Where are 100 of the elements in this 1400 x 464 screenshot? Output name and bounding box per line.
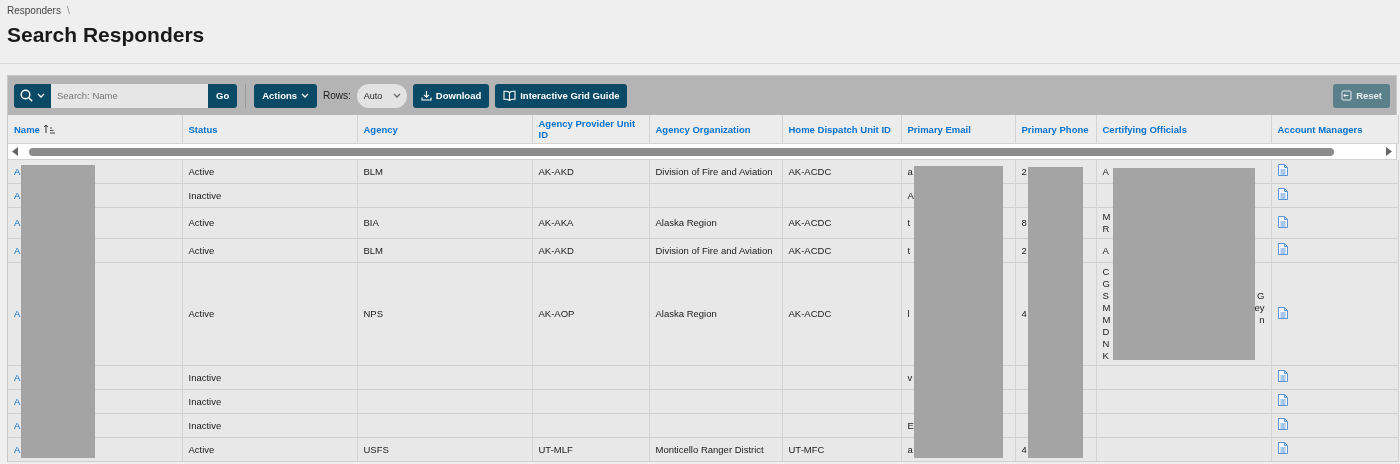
table-cell: 2 [1021, 244, 1027, 256]
go-button[interactable]: Go [208, 83, 238, 108]
table-cell: AK-ACDC [788, 244, 832, 256]
breadcrumb-separator: \ [66, 4, 70, 16]
name-link[interactable]: A [14, 419, 21, 431]
table-cell: n [1259, 314, 1265, 326]
document-icon[interactable] [1277, 215, 1288, 228]
document-icon[interactable] [1277, 306, 1288, 319]
table-cell: G [1102, 278, 1110, 290]
table-cell: UT-MLF [538, 443, 573, 455]
document-icon[interactable] [1277, 370, 1288, 382]
search-field[interactable]: Search: Name [51, 83, 208, 108]
column-header[interactable]: Name [8, 115, 182, 144]
table-cell: C [1102, 266, 1110, 278]
table-cell: AK-AKD [538, 165, 574, 177]
table-cell: A [1102, 244, 1109, 257]
grid-guide-button[interactable]: Interactive Grid Guide [495, 83, 628, 108]
table-cell: Division of Fire and Aviation [655, 244, 773, 256]
search-options-button[interactable] [14, 83, 51, 108]
table-cell: Division of Fire and Aviation [655, 165, 773, 177]
table-cell: S [1102, 290, 1109, 302]
table-cell: Active [188, 443, 215, 455]
table-cell: A [1102, 165, 1109, 178]
scroll-right-icon[interactable] [1385, 147, 1392, 156]
table-cell: Inactive [188, 395, 222, 407]
table-cell: AK-ACDC [788, 217, 832, 228]
table-cell: Active [188, 217, 215, 228]
document-icon[interactable] [1277, 394, 1288, 406]
table-cell: Inactive [188, 189, 222, 201]
table-cell: M [1102, 211, 1111, 223]
column-header[interactable]: Primary Email [901, 115, 1015, 144]
column-header[interactable]: Home Dispatch Unit ID [782, 115, 901, 144]
table-cell: a [907, 165, 913, 177]
table-cell: AK-ACDC [788, 308, 832, 319]
table-cell: t [907, 217, 911, 228]
column-header[interactable]: Account Managers [1271, 115, 1398, 144]
caret-icon [37, 93, 45, 98]
search-icon [20, 89, 33, 102]
table-cell: AK-AKD [538, 244, 574, 256]
name-link[interactable]: A [14, 395, 21, 407]
document-icon[interactable] [1277, 188, 1288, 200]
rows-select[interactable]: Auto [356, 83, 407, 108]
actions-button[interactable]: Actions [254, 83, 318, 108]
book-icon [503, 90, 517, 101]
name-link[interactable]: A [14, 189, 21, 201]
table-cell: BLM [363, 244, 384, 256]
table-cell: Monticello Ranger District [655, 443, 764, 455]
column-header[interactable]: Status [182, 115, 357, 144]
table-cell: Active [188, 308, 215, 319]
scroll-left-icon[interactable] [12, 147, 19, 156]
table-cell: N [1102, 338, 1110, 350]
caret-icon [301, 93, 310, 98]
table-cell: M [1102, 302, 1111, 314]
name-link[interactable]: A [14, 165, 21, 177]
column-header[interactable]: Certifying Officials [1096, 115, 1271, 144]
table-cell: UT-MFC [788, 443, 825, 455]
table-cell: A [907, 189, 914, 201]
table-cell: 4 [1021, 443, 1027, 455]
column-header[interactable]: Agency Organization [649, 115, 782, 144]
column-header[interactable]: Primary Phone [1015, 115, 1096, 144]
name-link[interactable]: A [14, 244, 21, 256]
table-cell: l [907, 308, 910, 319]
column-header[interactable]: Agency [357, 115, 532, 144]
breadcrumb-link[interactable]: Responders [7, 4, 61, 16]
reset-icon [1341, 90, 1353, 101]
table-cell: AK-AOP [538, 308, 575, 319]
table-cell: Alaska Region [655, 217, 717, 228]
table-cell: Active [188, 165, 215, 177]
name-link[interactable]: A [14, 443, 21, 455]
table-cell: D [1102, 326, 1110, 338]
table-cell: v [907, 371, 913, 383]
document-icon[interactable] [1277, 164, 1288, 176]
rows-label: Rows: [323, 90, 351, 101]
table-cell: AK-ACDC [788, 165, 832, 177]
document-icon[interactable] [1277, 442, 1288, 454]
name-link[interactable]: A [14, 308, 21, 319]
table-cell: ey [1254, 302, 1265, 314]
table-cell: 8 [1021, 217, 1027, 228]
table-cell: E [907, 419, 914, 431]
table-cell: Active [188, 244, 215, 256]
table-cell: AK-AKA [538, 217, 574, 228]
column-header[interactable]: Agency Provider Unit ID [532, 115, 649, 144]
table-cell: G [1257, 290, 1265, 302]
document-icon[interactable] [1277, 243, 1288, 255]
download-icon [420, 90, 432, 101]
table-cell: a [907, 443, 913, 455]
table-cell: Alaska Region [655, 308, 717, 319]
name-link[interactable]: A [14, 217, 21, 228]
scrollbar-thumb[interactable] [29, 147, 1334, 156]
horizontal-scrollbar[interactable] [8, 144, 1396, 160]
caret-icon [392, 93, 401, 98]
table-cell: USFS [363, 443, 389, 455]
table-cell: R [1102, 223, 1110, 235]
document-icon[interactable] [1277, 418, 1288, 430]
table-cell: K [1102, 350, 1109, 362]
table-cell: M [1102, 314, 1111, 326]
table-cell: Inactive [188, 419, 222, 431]
table-cell: t [907, 244, 911, 256]
download-button[interactable]: Download [412, 83, 490, 108]
name-link[interactable]: A [14, 371, 21, 383]
